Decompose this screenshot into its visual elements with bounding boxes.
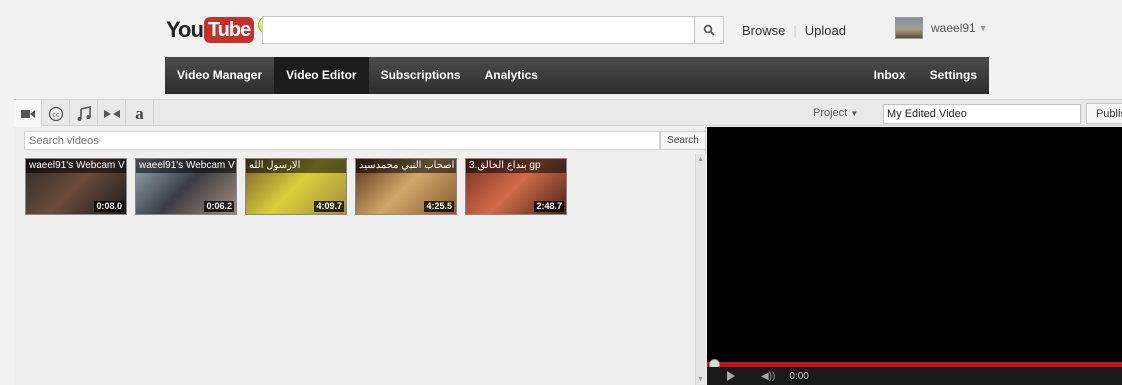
audio-tab[interactable] [70,100,98,127]
captions-icon: cc [48,106,63,121]
video-title: اصحاب النبي محمدسيد [356,159,456,173]
transitions-tab[interactable] [98,100,126,127]
svg-text:cc: cc [52,110,60,118]
nav-inbox[interactable]: Inbox [862,57,918,94]
username[interactable]: waeel91 [931,21,976,35]
videos-panel: Search waeel91's Webcam V 0:08.0 waeel91… [14,127,706,385]
publish-button[interactable]: Publish [1086,103,1122,124]
scroll-up-icon[interactable]: ▲ [697,156,704,163]
search-button[interactable] [694,16,724,44]
video-duration: 0:08.0 [94,201,124,212]
browse-link[interactable]: Browse [742,23,785,38]
play-icon[interactable] [727,371,735,381]
volume-icon[interactable]: ◀)) [761,371,775,382]
chevron-down-icon: ▼ [850,109,859,118]
captions-tab[interactable]: cc [42,100,70,127]
search-icon [703,24,715,36]
transitions-icon [103,109,120,118]
text-tab[interactable]: a [126,100,154,127]
avatar[interactable] [895,17,923,39]
video-duration: 2:48.7 [534,201,564,212]
video-thumbnail[interactable]: 3.بنداع الخالق gp 2:48.7 [465,158,567,215]
link-separator: | [793,23,797,38]
top-links: Browse | Upload [742,23,846,38]
video-thumbnail[interactable]: الارسول الله 4:09.7 [245,158,347,215]
project-dropdown[interactable]: Project ▼ [813,107,858,119]
video-title: waeel91's Webcam V [26,159,126,173]
nav-right-group: Inbox Settings [862,57,989,94]
player-controls: ◀)) 0:00 [707,367,1122,385]
nav-settings[interactable]: Settings [918,57,989,94]
video-thumbnail[interactable]: waeel91's Webcam V 0:08.0 [25,158,127,215]
upload-link[interactable]: Upload [805,23,846,38]
scroll-down-icon[interactable]: ▼ [697,376,704,383]
video-title: waeel91's Webcam V [136,159,236,173]
editor-toolbar: cc a Project ▼ Publish [14,99,1122,127]
project-label: Project [813,107,848,119]
search-videos-button[interactable]: Search [660,131,706,150]
search-videos-input[interactable] [24,131,660,150]
video-thumbnail[interactable]: waeel91's Webcam V 0:06.2 [135,158,237,215]
video-title: الارسول الله [246,159,346,173]
nav-video-editor[interactable]: Video Editor [274,57,369,94]
logo-tube-text: Tube [203,17,255,43]
video-camera-icon [20,109,35,118]
text-icon: a [135,103,144,123]
user-menu[interactable]: waeel91 ▼ [895,17,988,39]
main-nav: Video Manager Video Editor Subscriptions… [165,57,989,94]
video-title: 3.بنداع الخالق gp [466,159,566,173]
video-camera-tab[interactable] [14,100,42,127]
nav-video-manager[interactable]: Video Manager [165,57,274,94]
video-duration: 4:09.7 [314,201,344,212]
time-display: 0:00 [789,370,809,382]
search-input[interactable] [262,16,694,44]
videos-scrollbar[interactable]: ▲ ▼ [695,154,706,385]
nav-subscriptions[interactable]: Subscriptions [369,57,473,94]
project-name-input[interactable] [883,104,1081,124]
nav-analytics[interactable]: Analytics [473,57,550,94]
video-duration: 0:06.2 [204,201,234,212]
masthead: You Tube Browse | Upload waeel91 ▼ [0,0,1122,56]
music-note-icon [77,105,91,121]
preview-player[interactable]: ◀)) 0:00 [707,127,1122,385]
video-thumbnail[interactable]: اصحاب النبي محمدسيد 4:25.5 [355,158,457,215]
video-duration: 4:25.5 [424,201,454,212]
chevron-down-icon[interactable]: ▼ [979,23,988,33]
logo-you-text: You [166,17,204,42]
